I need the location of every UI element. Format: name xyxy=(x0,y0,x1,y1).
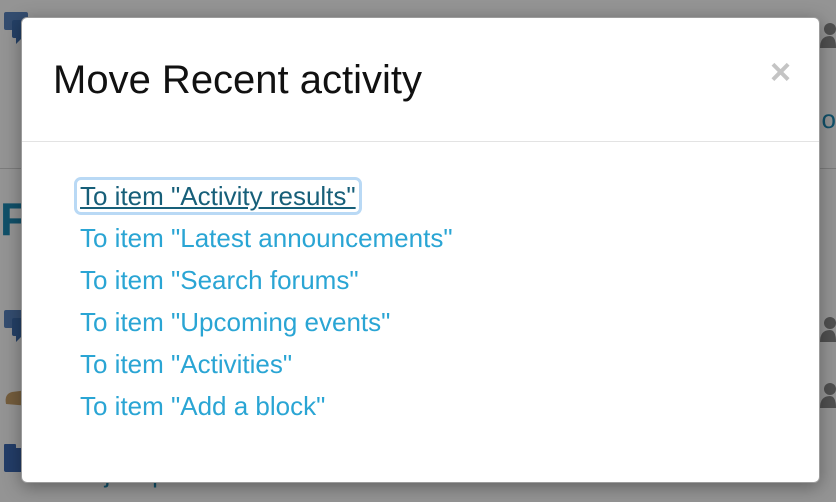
list-item: To item "Add a block" xyxy=(80,385,453,427)
move-target-list: To item "Activity results" To item "Late… xyxy=(74,175,453,427)
move-target-search-forums-link[interactable]: To item "Search forums" xyxy=(80,265,359,295)
list-item: To item "Activity results" xyxy=(74,175,453,217)
close-button[interactable]: × xyxy=(770,52,791,92)
move-target-add-a-block-link[interactable]: To item "Add a block" xyxy=(80,391,325,421)
list-item: To item "Upcoming events" xyxy=(80,301,453,343)
list-item: To item "Search forums" xyxy=(80,259,453,301)
move-target-upcoming-events-link[interactable]: To item "Upcoming events" xyxy=(80,307,390,337)
move-block-dialog: Move Recent activity × To item "Activity… xyxy=(21,17,820,483)
move-target-latest-announcements-link[interactable]: To item "Latest announcements" xyxy=(80,223,453,253)
dialog-title: Move Recent activity xyxy=(53,58,423,102)
move-target-activity-results-link[interactable]: To item "Activity results" xyxy=(74,177,362,215)
list-item: To item "Activities" xyxy=(80,343,453,385)
move-target-activities-link[interactable]: To item "Activities" xyxy=(80,349,292,379)
dialog-body: To item "Activity results" To item "Late… xyxy=(22,142,819,482)
list-item: To item "Latest announcements" xyxy=(80,217,453,259)
dialog-header: Move Recent activity × xyxy=(22,18,819,142)
